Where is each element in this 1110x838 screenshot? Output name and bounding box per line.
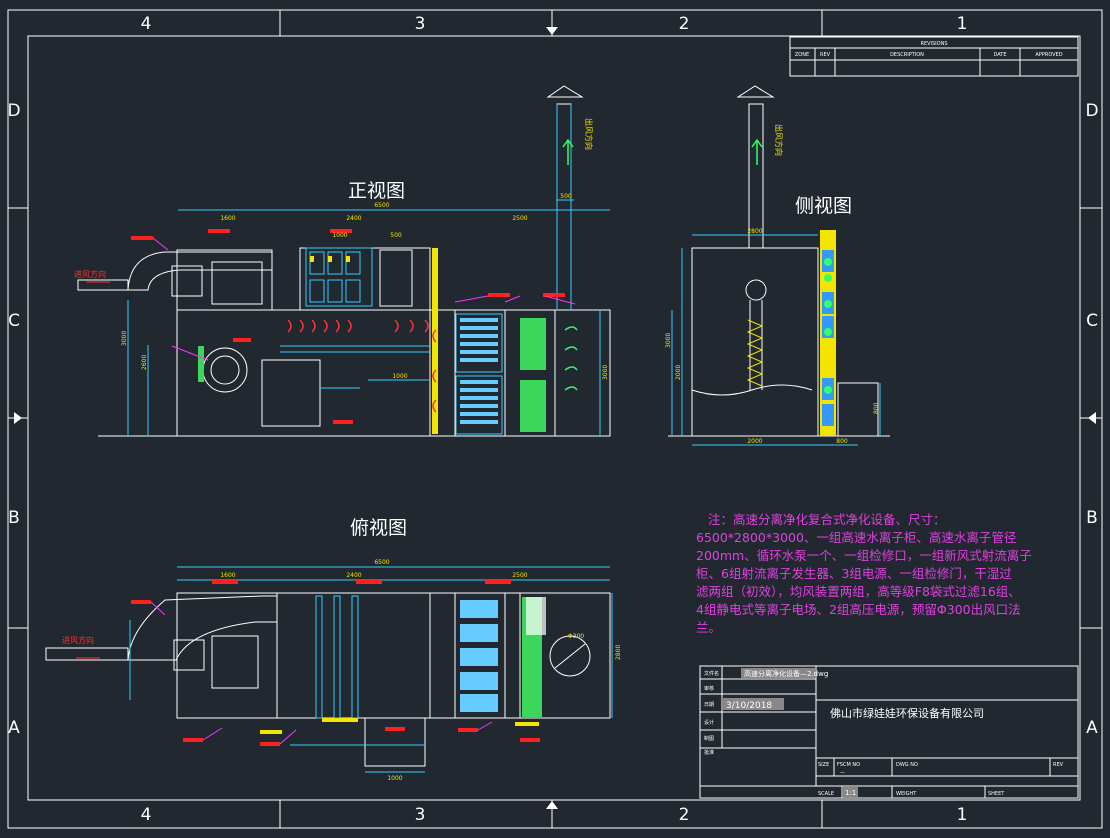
fscm-value: —	[840, 770, 845, 776]
dim-right-height: 3000	[602, 365, 609, 380]
approver-label: 批准	[704, 749, 714, 756]
dim-top-hatch: 1000	[387, 775, 402, 782]
note-line: 6500*2800*3000、一组高速水离子柜、高速水离子管径	[696, 530, 1016, 545]
weight-label: WEIGHT	[896, 791, 917, 797]
zone-row-label: B	[1086, 508, 1098, 528]
dim-sub: 1000	[392, 373, 407, 380]
dim-mid: 2400	[346, 215, 361, 222]
outlet-flow-label: 出风方向	[774, 124, 784, 156]
dim-side-height: 2000	[675, 365, 682, 380]
zone-row-label: A	[1086, 718, 1098, 738]
revisions-header: DATE	[993, 52, 1006, 58]
note-line: 4组静电式等离子电场、2组高压电源，预留Φ300出风口法	[696, 602, 1021, 617]
dim-box2: 500	[390, 232, 402, 239]
sheet-label: SHEET	[988, 791, 1005, 797]
zone-row-label: A	[8, 718, 20, 738]
dim-left: 1600	[220, 215, 235, 222]
note-line: 注：高速分离净化复合式净化设备、尺寸：	[708, 512, 946, 527]
cad-drawing-canvas: 4 3 2 1 4 3 2 1 D C B A D C B A REVISION…	[7, 9, 1103, 829]
drawing-date: 3/10/2018	[726, 701, 772, 711]
revisions-header: APPROVED	[1035, 52, 1062, 58]
dim-top-overall: 6500	[374, 559, 389, 566]
rev-label: REV	[1053, 762, 1064, 768]
zone-col-label: 1	[957, 805, 968, 825]
scale-value: 1:1	[845, 789, 856, 797]
note-line: 兰。	[696, 620, 721, 635]
size-label: SIZE	[818, 762, 829, 768]
dim-side-right: 800	[836, 438, 848, 445]
revisions-header: DESCRIPTION	[890, 52, 924, 58]
dim-overall: 6500	[374, 202, 389, 209]
zone-col-label: 2	[679, 14, 690, 34]
title-block: 文件名 日期 审核 设计 制图 批准 SIZE FSCM NO — DWG NO…	[699, 665, 1079, 799]
dim-right: 2500	[512, 215, 527, 222]
date-label: 日期	[704, 702, 714, 708]
company-name: 佛山市绿娃娃环保设备有限公司	[830, 706, 984, 720]
zone-col-label: 1	[957, 14, 968, 34]
note-line: 滤两组（初效），均风装置两组，高等级F8袋式过滤16组、	[696, 584, 1021, 599]
zone-row-label: C	[1086, 311, 1098, 331]
dim-top-mid: 2400	[346, 572, 361, 579]
revisions-table: REVISIONS ZONE REV DESCRIPTION DATE APPR…	[789, 36, 1079, 77]
inlet-flow-label: 进风方向	[74, 269, 106, 279]
dim-height: 3000	[121, 331, 128, 346]
design-note: 注：高速分离净化复合式净化设备、尺寸： 6500*2800*3000、一组高速水…	[696, 512, 1032, 635]
side-view: 出风方向 2800 2000 800 3000 2000 800	[665, 85, 890, 446]
zone-row-label: C	[8, 311, 20, 331]
reviewer-label: 审核	[704, 685, 714, 692]
dim-side-width: 2800	[747, 228, 762, 235]
note-line: 200mm、循环水泵一个、一组检修口，一组新风式射流离子	[696, 548, 1032, 563]
designer-label: 设计	[704, 719, 714, 726]
zone-row-label: D	[7, 101, 20, 121]
dim-side-small: 800	[873, 402, 880, 414]
zone-row-label: B	[8, 508, 20, 528]
revisions-title: REVISIONS	[920, 41, 947, 47]
zone-col-label: 4	[141, 14, 152, 34]
dim-sub-height: 2600	[141, 355, 148, 370]
outlet-flow-label: 出风方向	[584, 118, 594, 150]
inlet-flow-label: 进风方向	[62, 635, 94, 645]
dim-top-depth: 2800	[615, 645, 622, 660]
dwg-label: DWG NO	[896, 762, 918, 768]
revisions-header: REV	[820, 52, 831, 58]
dim-top-left: 1600	[220, 572, 235, 579]
dim-box1: 1000	[332, 232, 347, 239]
drafter-label: 制图	[704, 735, 714, 742]
note-line: 柜、6组射流离子发生器、3组电源、一组检修门，干湿过	[696, 566, 1012, 581]
top-view-title: 俯视图	[350, 517, 407, 539]
file-name: 高速分离净化设备—2.dwg	[744, 669, 828, 678]
revisions-header: ZONE	[795, 52, 809, 58]
dim-circle: Φ300	[568, 633, 584, 640]
dim-chimney: 500	[560, 193, 572, 200]
file-name-label: 文件名	[704, 670, 719, 677]
dim-top-right: 2500	[512, 572, 527, 579]
zone-row-label: D	[1085, 101, 1098, 121]
zone-col-label: 3	[415, 805, 426, 825]
scale-label: SCALE	[818, 791, 834, 797]
zone-col-label: 4	[141, 805, 152, 825]
front-view-title: 正视图	[348, 180, 405, 202]
zone-col-label: 2	[679, 805, 690, 825]
side-view-title: 侧视图	[795, 195, 852, 217]
zone-col-label: 3	[415, 14, 426, 34]
front-view: 进风方向 出风方向 6500 1600 2400 2500 1000 500 5…	[74, 85, 611, 437]
dim-side-bottom: 2000	[747, 438, 762, 445]
top-view: 进风方向 6500 1600 2400 2500 1000 Φ300 2800	[45, 559, 622, 782]
fscm-label: FSCM NO	[837, 762, 860, 768]
dim-side-total: 3000	[665, 333, 672, 348]
